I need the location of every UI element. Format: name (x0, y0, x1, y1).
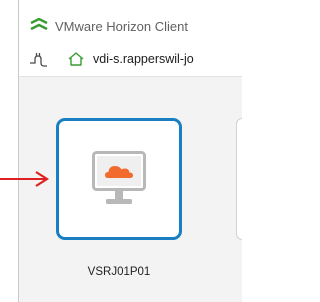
plug-icon[interactable] (28, 51, 48, 73)
server-address: vdi-s.rapperswil-jo (93, 52, 194, 66)
desktop-tile-label: VSRJ01P01 (87, 266, 151, 278)
desktop-tile-partial[interactable] (236, 118, 242, 240)
window-title: VMware Horizon Client (55, 19, 188, 34)
toolbar: vdi-s.rapperswil-jo (19, 42, 242, 77)
horizon-client-window: VMware Horizon Client vdi-s.rapperswil-j… (18, 0, 242, 302)
desktop-monitor-icon (92, 151, 146, 212)
callout-arrow-icon (0, 170, 56, 193)
desktop-tile-vsrj01p01[interactable] (56, 118, 182, 240)
title-bar: VMware Horizon Client (19, 0, 242, 42)
home-icon[interactable] (67, 51, 85, 72)
horizon-logo-icon (30, 17, 48, 36)
